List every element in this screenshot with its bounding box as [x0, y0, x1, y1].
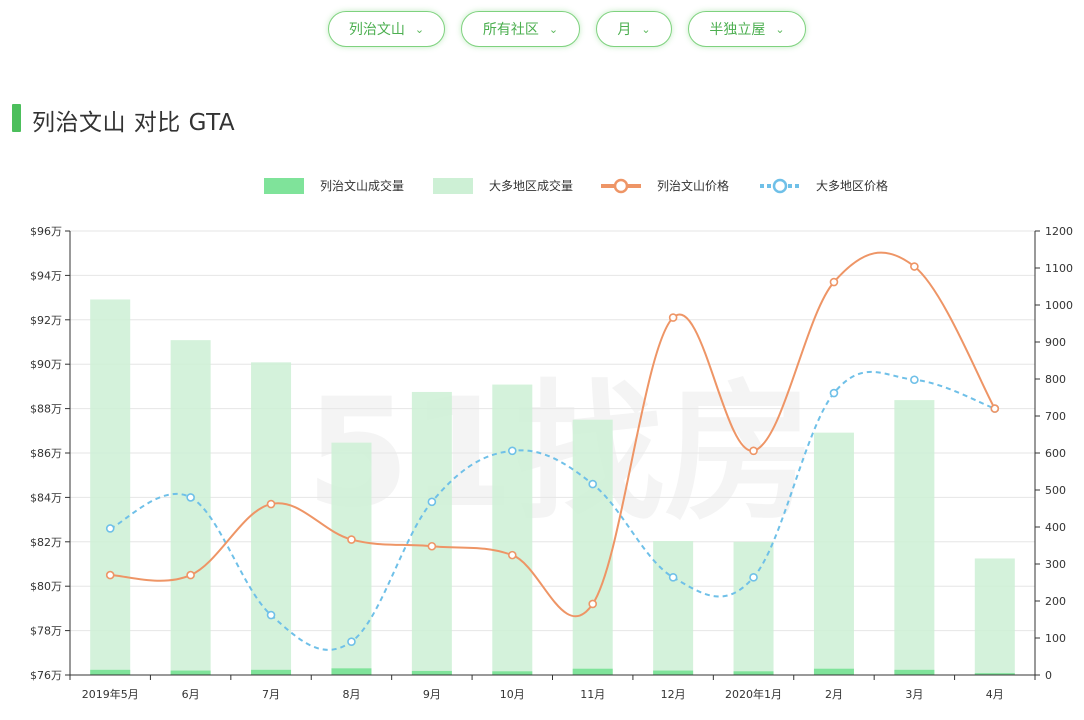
y-left-tick-label: $84万: [30, 491, 62, 504]
x-tick-label: 12月: [661, 688, 686, 701]
y-right-tick-label: 1000: [1045, 299, 1073, 312]
x-tick-label: 8月: [342, 688, 360, 701]
line-gta-price-point: [427, 497, 437, 507]
y-right-tick-label: 600: [1045, 447, 1066, 460]
line-gta-price-point: [829, 388, 839, 398]
line-gta-price-point: [668, 573, 678, 582]
x-tick-label: 6月: [182, 688, 200, 701]
y-left-tick-label: $76万: [30, 669, 62, 682]
bar-gta-volume: [411, 391, 452, 675]
line-gta-price-point: [347, 637, 356, 647]
bar-richmond-hill-volume: [170, 670, 211, 675]
bar-gta-volume: [813, 432, 854, 675]
line-gta-price-point: [910, 375, 919, 385]
y-left-tick-label: $92万: [30, 314, 62, 327]
bar-richmond-hill-volume: [653, 670, 694, 675]
bar-gta-volume: [170, 340, 211, 675]
y-left-tick-label: $82万: [30, 536, 62, 549]
y-right-tick-label: 1200: [1045, 225, 1073, 238]
x-tick-label: 4月: [986, 688, 1004, 701]
y-right-tick-label: 0: [1045, 669, 1052, 682]
line-gta-price-point: [105, 524, 115, 533]
line-gta-price-point: [749, 573, 758, 582]
y-right-tick-label: 800: [1045, 373, 1066, 386]
bar-richmond-hill-volume: [492, 671, 533, 675]
legend-swatch-bar: [433, 178, 473, 194]
bar-gta-volume: [894, 400, 935, 675]
y-left-tick-label: $96万: [30, 225, 62, 238]
bar-richmond-hill-volume: [733, 671, 774, 675]
bar-richmond-hill-volume: [251, 669, 292, 675]
bar-gta-volume: [572, 419, 613, 675]
y-right-tick-label: 200: [1045, 595, 1066, 608]
y-left-tick-label: $90万: [30, 358, 62, 371]
y-right-tick-label: 300: [1045, 558, 1066, 571]
chart-canvas: 51找房 $76万 $78万 $80万 $82万 $84万 $86万 $88万 $90万 $92…: [30, 178, 1073, 701]
bar-gta-volume: [90, 299, 131, 675]
line-richmond-hill-price-point: [507, 550, 517, 560]
bar-richmond-hill-volume: [411, 670, 452, 675]
legend-label: 大多地区价格: [816, 178, 888, 193]
y-right-tick-label: 900: [1045, 336, 1066, 349]
x-tick-label: 10月: [500, 688, 525, 701]
x-tick-label: 7月: [262, 688, 280, 701]
line-gta-price-point: [507, 446, 517, 456]
legend-label: 列治文山成交量: [320, 178, 404, 193]
line-richmond-hill-price-point: [910, 262, 919, 271]
bar-richmond-hill-volume: [894, 669, 935, 675]
line-richmond-hill-price-point: [105, 570, 115, 580]
watermark: 51找房: [306, 367, 815, 541]
legend-swatch-marker: [613, 178, 629, 194]
y-left-tick-label: $80万: [30, 580, 62, 593]
x-tick-label: 2019年5月: [82, 687, 139, 701]
line-gta-price-point: [186, 493, 195, 502]
bar-gta-volume: [974, 558, 1015, 675]
line-richmond-hill-price-point: [668, 313, 678, 322]
line-richmond-hill-price-point: [266, 499, 276, 509]
grid: [70, 230, 1035, 676]
y-right-tick-label: 400: [1045, 521, 1066, 534]
y-right-tick-label: 500: [1045, 484, 1066, 497]
line-richmond-hill-price-point: [347, 535, 356, 544]
bar-richmond-hill-volume: [331, 668, 372, 675]
line-gta-price-point: [266, 610, 276, 620]
line-gta-price-point: [588, 479, 598, 489]
y-left-tick-label: $86万: [30, 447, 62, 460]
line-richmond-hill-price-point: [186, 570, 195, 580]
legend-label: 列治文山价格: [657, 178, 729, 193]
x-tick-label: 2月: [825, 688, 843, 701]
y-left-tick-label: $94万: [30, 269, 62, 282]
line-richmond-hill-price-point: [427, 541, 437, 551]
bar-richmond-hill-volume: [90, 669, 131, 675]
line-richmond-hill-price-point: [588, 599, 598, 609]
x-tick-label: 3月: [905, 688, 923, 701]
bar-gta-volume: [733, 541, 774, 675]
bar-richmond-hill-volume: [572, 668, 613, 675]
legend-swatch-marker: [772, 178, 788, 194]
x-tick-label: 2020年1月: [725, 687, 782, 701]
y-right-tick-label: 100: [1045, 632, 1066, 645]
y-right-tick-label: 700: [1045, 410, 1066, 423]
line-richmond-hill-price-point: [829, 277, 839, 287]
y-right-tick-label: 1100: [1045, 262, 1073, 275]
bar-gta-volume: [492, 384, 533, 675]
legend-swatch-bar: [264, 178, 304, 194]
line-richmond-hill-price-point: [990, 404, 1000, 413]
line-richmond-hill-price-point: [749, 446, 758, 456]
legend[interactable]: 列治文山成交量 大多地区成交量 列治文山价格 大多地区价格: [264, 178, 888, 194]
watermark-text: 51找房: [306, 367, 815, 541]
bar-richmond-hill-volume: [813, 668, 854, 675]
x-tick-label: 11月: [580, 688, 605, 701]
bar-gta-volume: [653, 541, 694, 675]
x-tick-label: 9月: [423, 688, 441, 701]
legend-label: 大多地区成交量: [489, 178, 573, 193]
y-left-tick-label: $78万: [30, 625, 62, 638]
y-left-tick-label: $88万: [30, 403, 62, 416]
